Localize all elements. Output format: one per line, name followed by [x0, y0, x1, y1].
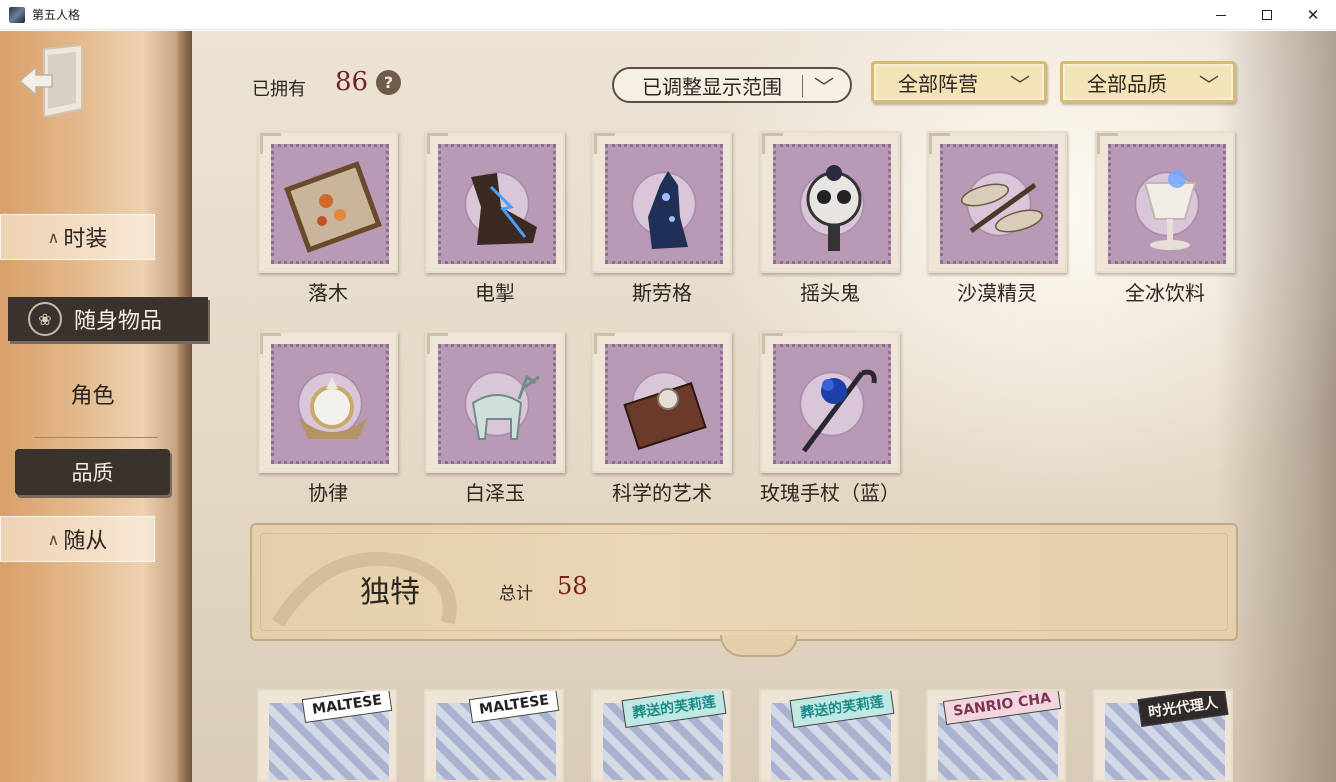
- close-icon: ✕: [1306, 5, 1320, 24]
- quality-dropdown-label: 全部品质: [1087, 71, 1167, 96]
- chevron-down-icon: ﹀: [1199, 73, 1219, 97]
- subtab-pinzhi[interactable]: 品质: [15, 449, 170, 495]
- lightning-boot-icon: [471, 173, 537, 245]
- camp-dropdown[interactable]: 全部阵营 ﹀: [871, 61, 1047, 103]
- item-card[interactable]: MALTESE: [257, 689, 397, 782]
- dragonfly-icon: [960, 182, 1044, 234]
- item-stamp-frame: [425, 331, 565, 473]
- item-name: 落木: [308, 281, 348, 305]
- item-card[interactable]: 葬送的芙莉莲: [759, 689, 899, 782]
- shield-emblem-icon: ❀: [28, 302, 62, 336]
- tab-label: 时装: [63, 227, 108, 252]
- item-stamp-frame: [425, 131, 565, 273]
- banner-notch: [720, 635, 798, 657]
- owned-label: 已拥有: [252, 79, 306, 100]
- window-title: 第五人格: [32, 8, 81, 22]
- item-name: 科学的艺术: [612, 481, 712, 505]
- quality-dropdown[interactable]: 全部品质 ﹀: [1060, 61, 1236, 103]
- item-card[interactable]: 落木: [258, 131, 398, 306]
- item-card[interactable]: 时光代理人: [1093, 689, 1233, 782]
- item-card[interactable]: MALTESE: [424, 689, 564, 782]
- item-name: 电掣: [475, 281, 515, 305]
- item-card[interactable]: 摇头鬼: [760, 131, 900, 306]
- item-card[interactable]: 电掣: [425, 131, 565, 306]
- tab-corner-mark: ∧: [47, 227, 60, 247]
- game-canvas: ∧ 时装 ❀ 随身物品 角色 品质 ∧ 随从 已拥有 86 ? 已调整显示范围 …: [0, 31, 1336, 782]
- music-box-orb-icon: [298, 377, 368, 439]
- item-name: 沙漠精灵: [957, 281, 1037, 305]
- falling-leaves-frame-icon: [284, 161, 382, 253]
- item-card[interactable]: 玫瑰手杖（蓝）: [760, 331, 900, 506]
- item-stamp-frame: [258, 331, 398, 473]
- sidebar-edge: [178, 31, 192, 782]
- item-stamp-frame: [258, 131, 398, 273]
- range-dropdown-label: 已调整显示范围: [642, 74, 782, 99]
- item-card[interactable]: 协律: [258, 331, 398, 506]
- exit-door-icon[interactable]: [18, 45, 84, 117]
- tab-suishen-wupin[interactable]: ❀ 随身物品: [8, 297, 208, 341]
- iced-drink-glass-icon: [1143, 170, 1197, 250]
- rarity-section-banner[interactable]: 独特 总计 58: [250, 523, 1238, 657]
- game-app-icon: [9, 6, 25, 23]
- tab-label: 品质: [71, 461, 114, 485]
- sidebar-divider: [34, 437, 158, 438]
- item-card[interactable]: 斯劳格: [592, 131, 732, 306]
- tab-label: 角色: [70, 384, 115, 409]
- item-card[interactable]: 科学的艺术: [592, 331, 732, 506]
- dropdown-separator: [802, 75, 803, 97]
- item-card[interactable]: 葬送的芙莉莲: [591, 689, 731, 782]
- item-name: 摇头鬼: [800, 281, 860, 305]
- item-name: 斯劳格: [632, 281, 692, 305]
- item-name: 全冰饮料: [1125, 281, 1205, 305]
- range-dropdown[interactable]: 已调整显示范围 ﹀: [612, 67, 852, 103]
- rarity-total-count: 58: [557, 572, 588, 600]
- window-titlebar: 第五人格 ✕: [0, 0, 1336, 30]
- blue-cat-figure-icon: [648, 171, 688, 249]
- blue-rose-cane-icon: [801, 369, 877, 453]
- close-button[interactable]: ✕: [1290, 0, 1336, 30]
- item-name: 协律: [308, 481, 348, 505]
- jade-deer-icon: [471, 374, 540, 440]
- item-stamp-frame: [592, 131, 732, 273]
- rarity-total-label: 总计: [499, 584, 533, 604]
- rarity-title: 独特: [360, 575, 420, 610]
- camp-dropdown-label: 全部阵营: [898, 71, 978, 96]
- item-card[interactable]: 沙漠精灵: [927, 131, 1067, 306]
- maximize-icon: [1262, 10, 1272, 20]
- tab-label: 随从: [63, 529, 108, 554]
- item-stamp-frame: [927, 131, 1067, 273]
- tab-label: 随身物品: [74, 309, 163, 334]
- help-question-icon[interactable]: ?: [376, 70, 401, 95]
- chevron-down-icon: ﹀: [814, 75, 834, 99]
- subtab-jiaose[interactable]: 角色: [20, 371, 165, 417]
- item-card[interactable]: 白泽玉: [425, 331, 565, 506]
- chevron-down-icon: ﹀: [1010, 73, 1030, 97]
- bobblehead-ghost-icon: [806, 165, 862, 251]
- science-book-icon: [623, 382, 707, 450]
- item-stamp-frame: [760, 331, 900, 473]
- owned-count: 86: [335, 67, 369, 97]
- minimize-button[interactable]: [1198, 0, 1244, 30]
- maximize-button[interactable]: [1244, 0, 1290, 30]
- item-stamp-frame: [1095, 131, 1235, 273]
- tab-corner-mark: ∧: [47, 529, 60, 549]
- item-stamp-frame: [760, 131, 900, 273]
- tab-suicong[interactable]: ∧ 随从: [0, 516, 155, 562]
- item-stamp-frame: [592, 331, 732, 473]
- item-name: 玫瑰手杖（蓝）: [760, 481, 900, 505]
- item-card[interactable]: 全冰饮料: [1095, 131, 1235, 306]
- minimize-icon: [1216, 14, 1226, 16]
- item-name: 白泽玉: [465, 481, 525, 505]
- item-card[interactable]: SANRIO CHA: [926, 689, 1066, 782]
- tab-shizhuang[interactable]: ∧ 时装: [0, 214, 155, 260]
